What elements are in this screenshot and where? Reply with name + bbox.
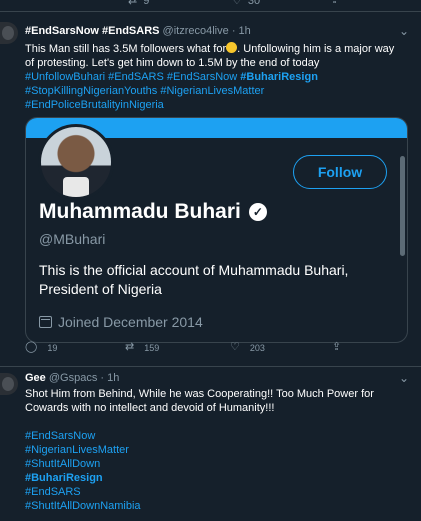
embedded-profile-card[interactable]: Follow Muhammadu Buhari ✓ @MBuhari This … xyxy=(25,117,408,343)
timestamp[interactable]: 1h xyxy=(239,25,251,37)
like-button[interactable]: ♡ 30 xyxy=(232,0,260,7)
tweet-text: Shot Him from Behind, While he was Coope… xyxy=(25,388,374,414)
hashtag-link[interactable]: #EndSARS xyxy=(25,485,410,499)
display-name[interactable]: #EndSarsNow #EndSARS xyxy=(25,25,159,37)
hashtag-link[interactable]: #EndSarsNow xyxy=(25,429,410,443)
hashtag-link[interactable]: #UnfollowBuhari xyxy=(25,71,105,83)
tweet-text: This Man still has 3.5M followers what f… xyxy=(25,42,395,111)
reply-button[interactable]: ◯ 19 xyxy=(25,342,57,353)
hashtag-link[interactable]: #BuhariResign xyxy=(25,471,410,485)
heart-icon: ♡ xyxy=(230,341,240,353)
retweet-icon: ⇄ xyxy=(128,0,138,7)
share-icon: ⇪ xyxy=(332,341,342,353)
heart-icon: ♡ xyxy=(232,0,242,7)
user-handle[interactable]: @Gspacs xyxy=(49,372,97,384)
timestamp[interactable]: 1h xyxy=(107,372,119,384)
chevron-down-icon[interactable]: ⌄ xyxy=(399,24,409,38)
reply-icon: ◯ xyxy=(25,341,38,353)
hashtag-link[interactable]: #EndPoliceBrutalityinNigeria xyxy=(25,99,164,111)
like-button[interactable]: ♡ 203 xyxy=(230,342,265,353)
tweet-hashtags: #EndSarsNow #NigerianLivesMatter #ShutIt… xyxy=(25,429,410,513)
hashtag-link[interactable]: #BuhariResign xyxy=(240,71,318,83)
hashtag-link[interactable]: #ShutItAllDown xyxy=(25,457,410,471)
join-date: Joined December 2014 xyxy=(39,314,203,330)
hashtag-link[interactable]: #NigerianLivesMatter xyxy=(25,443,410,457)
follow-button[interactable]: Follow xyxy=(293,155,387,189)
retweet-icon: ⇄ xyxy=(125,341,135,353)
user-handle[interactable]: @itzreco4live xyxy=(163,25,229,37)
hashtag-link[interactable]: #ShutItAllDownNamibia xyxy=(25,499,410,513)
calendar-icon xyxy=(39,316,52,328)
share-icon: ⇪ xyxy=(330,0,340,6)
tweet-header: Gee @Gspacs · 1h xyxy=(25,372,120,384)
profile-photo xyxy=(38,124,114,200)
display-name[interactable]: Gee xyxy=(25,372,46,384)
previous-tweet-actions: ⇄ 9 ♡ 30 ⇪ xyxy=(0,0,421,12)
chevron-down-icon[interactable]: ⌄ xyxy=(399,371,409,385)
tweet[interactable]: Gee @Gspacs · 1h ⌄ Shot Him from Behind,… xyxy=(0,367,421,521)
verified-badge-icon: ✓ xyxy=(248,203,267,221)
hashtag-link[interactable]: #EndSARS xyxy=(108,71,164,83)
retweet-button[interactable]: ⇄ 9 xyxy=(128,0,149,7)
emoji-icon xyxy=(226,42,238,53)
tweet[interactable]: #EndSarsNow #EndSARS @itzreco4live · 1h … xyxy=(0,12,421,367)
avatar[interactable] xyxy=(0,22,18,44)
hashtag-link[interactable]: #NigerianLivesMatter xyxy=(160,85,264,97)
retweet-button[interactable]: ⇄ 159 xyxy=(125,342,159,353)
hashtag-link[interactable]: #EndSarsNow xyxy=(167,71,237,83)
profile-bio: This is the official account of Muhammad… xyxy=(39,262,349,297)
profile-handle: @MBuhari xyxy=(39,231,106,247)
tweet-header: #EndSarsNow #EndSARS @itzreco4live · 1h xyxy=(25,25,251,37)
avatar[interactable] xyxy=(0,373,18,395)
hashtag-link[interactable]: #StopKillingNigerianYouths xyxy=(25,85,157,97)
profile-name: Muhammadu Buhari ✓ xyxy=(39,200,267,224)
scrollbar[interactable] xyxy=(400,156,405,256)
share-button[interactable]: ⇪ xyxy=(332,342,341,353)
share-button[interactable]: ⇪ xyxy=(330,0,339,6)
